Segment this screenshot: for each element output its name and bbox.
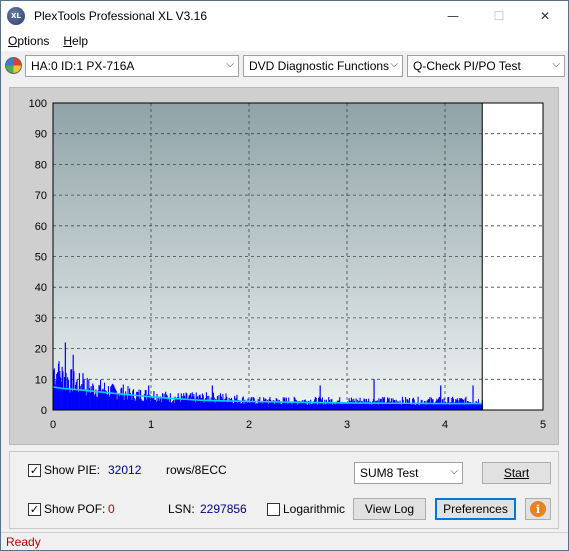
function-select-value: DVD Diagnostic Functions [249,59,390,73]
start-button[interactable]: Start [482,462,551,484]
start-button-label: Start [503,466,530,480]
show-pie-check[interactable]: ✓ [28,463,41,477]
title-bar: XL PlexTools Professional XL V3.16 — ☐ ✕ [1,1,568,31]
menu-help-accel: H [63,34,73,48]
y-tick-label: 40 [35,282,47,294]
x-tick-label: 5 [540,419,546,431]
chevron-down-icon: ⌵ [226,59,234,70]
minimize-button[interactable]: — [430,1,476,31]
drive-select[interactable]: HA:0 ID:1 PX-716A ⌵ [25,55,239,77]
preferences-label: Preferences [443,502,508,516]
pie-peak-bar [148,385,150,410]
drive-select-value: HA:0 ID:1 PX-716A [31,59,135,73]
y-tick-label: 70 [35,190,47,202]
menu-help[interactable]: Help [56,34,95,48]
show-pof-label: Show POF: [44,502,106,516]
control-panel: ✓ Show PIE: 32012 rows/8ECC SUM8 Test ⌵ … [9,451,559,529]
y-tick-label: 50 [35,252,47,264]
menu-help-label: elp [72,34,89,48]
x-tick-label: 4 [442,419,448,431]
info-button[interactable]: i [525,498,551,520]
function-select[interactable]: DVD Diagnostic Functions ⌵ [243,55,403,77]
logarithmic-checkbox[interactable]: Logarithmic [267,502,345,516]
toolbar: HA:0 ID:1 PX-716A ⌵ DVD Diagnostic Funct… [1,53,568,79]
y-tick-label: 60 [35,221,47,233]
status-text: Ready [6,535,41,549]
show-pie-checkbox[interactable]: ✓ Show PIE: [28,463,100,477]
chevron-down-icon: ⌵ [552,59,560,70]
y-tick-label: 30 [35,313,47,325]
pie-unit: rows/8ECC [166,463,227,477]
pie-peak-bar [472,385,474,410]
test-select-value: Q-Check PI/PO Test [413,59,521,73]
pie-peak-bar [373,379,375,410]
show-pof-checkbox[interactable]: ✓ Show POF: [28,502,105,516]
y-tick-label: 100 [29,98,47,110]
menu-bar: Options Help [1,31,568,52]
menu-options-label: ptions [17,34,50,48]
view-log-button[interactable]: View Log [353,498,426,520]
y-tick-label: 80 [35,159,47,171]
info-icon: i [530,501,546,517]
pie-peak-bar [319,385,321,410]
view-log-label: View Log [364,502,415,516]
logarithmic-label: Logarithmic [283,502,346,516]
logarithmic-check[interactable] [267,502,280,516]
chevron-down-icon: ⌵ [390,59,398,70]
disc-drive-icon [5,57,22,74]
window-title: PlexTools Professional XL V3.16 [34,9,207,23]
sum-test-select[interactable]: SUM8 Test ⌵ [354,462,463,484]
status-bar: Ready [1,532,568,550]
y-tick-label: 0 [41,405,47,417]
pie-peak-bar [72,354,74,410]
pie-peak-bar [82,373,84,410]
plextools-logo-icon: XL [7,7,25,25]
app-window: XL PlexTools Professional XL V3.16 — ☐ ✕… [0,0,569,551]
maximize-button[interactable]: ☐ [476,1,522,31]
close-button[interactable]: ✕ [522,1,568,31]
preferences-button[interactable]: Preferences [435,498,516,520]
pie-peak-bar [440,385,442,410]
y-tick-label: 20 [35,344,47,356]
menu-options-accel: O [8,34,18,48]
pie-peak-bar [64,342,66,410]
sum-test-value: SUM8 Test [360,466,419,480]
show-pof-check[interactable]: ✓ [28,502,41,516]
chart-panel: 0 10 20 30 40 50 60 70 80 90 100 0 1 2 3 4 5 [9,87,559,445]
x-tick-label: 1 [148,419,154,431]
lsn-value: 2297856 [200,502,247,516]
pie-value: 32012 [108,463,142,477]
chevron-down-icon: ⌵ [450,466,458,477]
pie-peak-bar [211,385,213,410]
lsn-label: LSN: [168,502,195,516]
y-tick-label: 10 [35,374,47,386]
y-tick-label: 90 [35,129,47,141]
test-select[interactable]: Q-Check PI/PO Test ⌵ [407,55,565,77]
pof-value: 0 [108,502,115,516]
pie-chart: 0 10 20 30 40 50 60 70 80 90 100 0 1 2 3 4 5 [29,98,546,431]
x-tick-label: 2 [246,419,252,431]
show-pie-label: Show PIE: [44,463,101,477]
menu-options[interactable]: Options [1,34,56,48]
x-tick-label: 3 [344,419,350,431]
x-tick-label: 0 [50,419,56,431]
